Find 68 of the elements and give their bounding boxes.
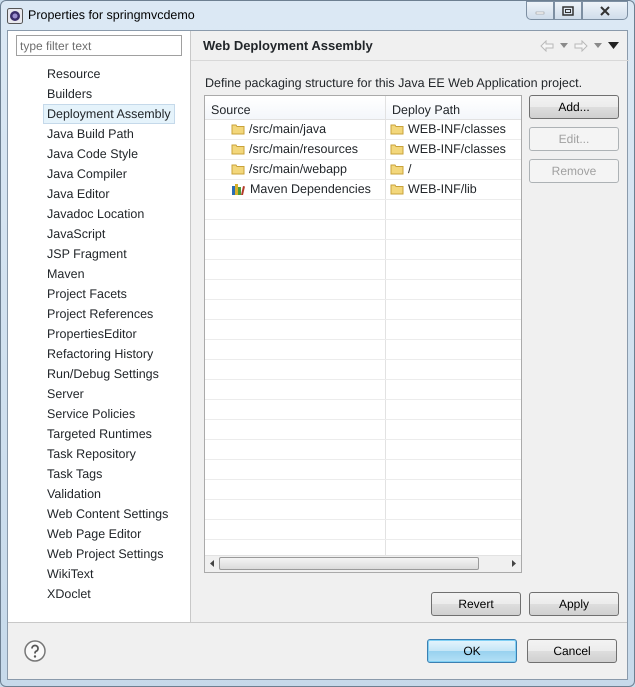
nav-item[interactable]: Maven <box>43 264 89 284</box>
close-icon <box>599 6 611 16</box>
books-icon <box>231 182 246 196</box>
nav-item[interactable]: Deployment Assembly <box>43 104 175 124</box>
column-header[interactable]: Source <box>205 96 386 119</box>
folder-icon <box>390 123 404 136</box>
nav-item[interactable]: Targeted Runtimes <box>43 424 156 444</box>
page-description: Define packaging structure for this Java EE Web Application project. <box>204 75 584 92</box>
table-cell-text: WEB-INF/classes <box>408 140 506 158</box>
window-title: Properties for springmvcdemo <box>28 7 195 24</box>
revert-button[interactable]: Revert <box>431 592 521 616</box>
filter-field[interactable]: type filter text <box>16 35 182 56</box>
nav-item[interactable]: Java Editor <box>43 184 114 204</box>
nav-item[interactable]: Refactoring History <box>43 344 158 364</box>
nav-item[interactable]: Project References <box>43 304 158 324</box>
nav-item[interactable]: WikiText <box>43 564 98 584</box>
nav-item[interactable]: Task Tags <box>43 464 106 484</box>
nav-item[interactable]: Builders <box>43 84 96 104</box>
column-header[interactable]: Deploy Path <box>386 96 466 119</box>
dropdown-icon <box>560 43 568 48</box>
nav-item[interactable]: Server <box>43 384 88 404</box>
forward-arrow-icon <box>574 40 588 52</box>
apply-button[interactable]: Apply <box>529 592 619 616</box>
cancel-button[interactable]: Cancel <box>527 639 617 663</box>
nav-item[interactable]: Java Build Path <box>43 124 138 144</box>
folder-icon <box>390 163 404 176</box>
scroll-left-icon <box>209 560 215 568</box>
table-cell-text: / <box>408 160 412 178</box>
app-icon <box>7 8 23 24</box>
nav-item[interactable]: JavaScript <box>43 224 110 244</box>
nav-item[interactable]: Project Facets <box>43 284 131 304</box>
maximize-icon <box>562 6 574 16</box>
page-title: Web Deployment Assembly <box>203 36 373 55</box>
nav-item[interactable]: Java Compiler <box>43 164 131 184</box>
add-button[interactable]: Add... <box>529 94 619 119</box>
nav-item[interactable]: JSP Fragment <box>43 244 131 264</box>
nav-item[interactable]: Web Project Settings <box>43 544 168 564</box>
close-button[interactable] <box>582 1 628 20</box>
folder-icon <box>231 123 245 136</box>
menu-icon <box>608 42 619 49</box>
dropdown-icon <box>594 43 602 48</box>
nav-item[interactable]: Javadoc Location <box>43 204 148 224</box>
maximize-button[interactable] <box>554 1 582 20</box>
nav-item[interactable]: Run/Debug Settings <box>43 364 163 384</box>
scrollbar-thumb[interactable] <box>219 557 479 570</box>
folder-icon <box>390 183 404 196</box>
nav-item[interactable]: Java Code Style <box>43 144 142 164</box>
table-cell-text: WEB-INF/classes <box>408 120 506 138</box>
table-cell-text: WEB-INF/lib <box>408 180 477 198</box>
folder-icon <box>390 143 404 156</box>
back-arrow-icon <box>540 40 554 52</box>
folder-icon <box>231 143 245 156</box>
table-cell-text: /src/main/resources <box>249 140 358 158</box>
nav-item[interactable]: PropertiesEditor <box>43 324 141 344</box>
nav-item[interactable]: Service Policies <box>43 404 140 424</box>
table-cell-text: /src/main/webapp <box>249 160 347 178</box>
folder-icon <box>231 163 245 176</box>
nav-item[interactable]: Resource <box>43 64 104 84</box>
nav-item[interactable]: Web Page Editor <box>43 524 146 544</box>
nav-item[interactable]: Validation <box>43 484 105 504</box>
nav-item[interactable]: Task Repository <box>43 444 140 464</box>
table-cell-text: /src/main/java <box>249 120 326 138</box>
help-icon <box>24 640 46 662</box>
ok-button[interactable]: OK <box>427 639 517 663</box>
scroll-right-icon <box>511 560 517 568</box>
table-cell-text: Maven Dependencies <box>250 180 371 198</box>
nav-item[interactable]: Web Content Settings <box>43 504 172 524</box>
nav-item[interactable]: XDoclet <box>43 584 95 604</box>
